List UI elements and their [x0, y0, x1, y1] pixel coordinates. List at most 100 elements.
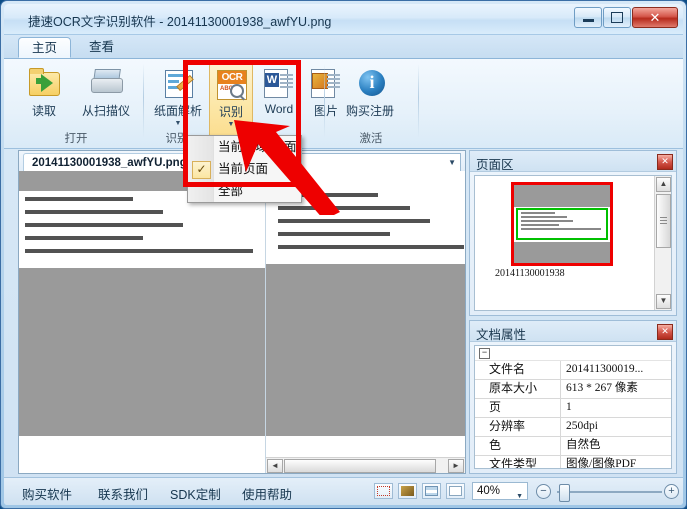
document-properties-panel: 文档属性 ✕ − 文件名 201411300019... 原本大小 613 * … — [469, 320, 677, 474]
document-selector-combo[interactable]: ▼ — [281, 153, 461, 172]
property-value: 613 * 267 像素 — [566, 382, 638, 394]
zoom-slider-track[interactable] — [557, 491, 662, 493]
ribbon-button-read[interactable]: 读取 — [15, 63, 73, 119]
property-key: 色 — [475, 437, 561, 455]
page-list-scrollbar[interactable]: ▲ ▼ — [654, 176, 671, 310]
ribbon-button-recognize-label: 识别 — [218, 105, 243, 119]
ribbon-button-recognize[interactable]: OCR ABC 识别 ▼ — [209, 63, 253, 141]
original-image-pane[interactable] — [19, 171, 266, 473]
property-value: 图像/图像PDF — [566, 458, 637, 469]
scroll-right-arrow[interactable]: ► — [448, 459, 464, 473]
property-key: 原本大小 — [475, 380, 561, 398]
zoom-in-button[interactable]: + — [664, 484, 679, 499]
ribbon-group-open: 读取 从扫描仪 打开 — [12, 59, 140, 148]
page-image-original — [19, 171, 265, 436]
ribbon-separator — [418, 64, 419, 138]
ribbon-button-buy-register-label: 购买注册 — [345, 104, 394, 118]
document-properties-title: 文档属性 — [476, 328, 527, 342]
ribbon-button-from-scanner-label: 从扫描仪 — [81, 104, 130, 118]
property-value: 250dpi — [566, 420, 598, 432]
chevron-down-icon[interactable]: ▼ — [228, 121, 235, 128]
property-key: 页 — [475, 399, 561, 417]
tab-view[interactable]: 查看 — [76, 37, 127, 58]
ribbon-separator — [324, 64, 325, 138]
status-link-buy[interactable]: 购买软件 — [22, 484, 72, 503]
view-button-page[interactable] — [446, 483, 465, 499]
status-bar: 购买软件 联系我们 SDK定制 使用帮助 40% ▼ − + — [4, 477, 683, 505]
page-boundary-box — [511, 182, 613, 266]
property-key: 文件名 — [475, 361, 561, 379]
page-analyze-icon — [161, 66, 195, 100]
table-row: 文件名 201411300019... — [475, 361, 671, 380]
menu-item-all[interactable]: 全部 — [188, 180, 301, 202]
document-properties-close-icon[interactable]: ✕ — [657, 324, 673, 340]
zoom-level-value: 40% — [477, 485, 501, 497]
horizontal-scrollbar[interactable]: ◄ ► — [266, 457, 465, 473]
page-thumbnail-caption: 20141130001938 — [495, 268, 565, 279]
window-title: 捷速OCR文字识别软件 - 20141130001938_awfYU.png — [28, 15, 332, 29]
close-button[interactable]: ✕ — [632, 7, 678, 28]
maximize-icon — [611, 12, 623, 23]
minimize-button[interactable] — [574, 7, 602, 28]
page-thumbnail-list[interactable]: 20141130001938 ▲ ▼ — [474, 175, 672, 311]
property-key: 分辨率 — [475, 418, 561, 436]
status-link-contact[interactable]: 联系我们 — [98, 484, 148, 503]
chevron-down-icon[interactable]: ▼ — [175, 120, 182, 127]
status-link-sdk[interactable]: SDK定制 — [170, 484, 221, 503]
ribbon-button-buy-register[interactable]: i 购买注册 — [333, 63, 407, 119]
tab-home[interactable]: 主页 — [18, 37, 72, 58]
page-area-panel-close-icon[interactable]: ✕ — [657, 154, 673, 170]
properties-expander-row[interactable]: − — [475, 346, 671, 361]
zoom-slider-thumb[interactable] — [559, 484, 570, 502]
info-icon: i — [353, 66, 387, 100]
work-area: 20141130001938_awfYU.png ▼ ◄ ► 页面区 ✕ 201… — [4, 146, 683, 478]
table-row: 文件类型 图像/图像PDF — [475, 456, 671, 469]
view-button-list[interactable] — [422, 483, 441, 499]
word-export-icon: W — [262, 66, 296, 100]
table-row: 原本大小 613 * 267 像素 — [475, 380, 671, 399]
scroll-thumb[interactable] — [284, 459, 436, 473]
menu-item-current-page[interactable]: ✓ 当前页面 — [188, 158, 301, 180]
application-window: 捷速OCR文字识别软件 - 20141130001938_awfYU.png ✕… — [0, 0, 687, 509]
document-properties-header: 文档属性 ✕ — [470, 321, 676, 342]
side-panel-column: 页面区 ✕ 20141130001938 ▲ ▼ 文档属性 ✕ − 文件名 20… — [469, 150, 677, 474]
status-link-help[interactable]: 使用帮助 — [242, 484, 292, 503]
scroll-down-arrow[interactable]: ▼ — [656, 294, 671, 309]
page-thumbnail[interactable] — [511, 182, 613, 266]
ribbon-button-word[interactable]: W Word — [255, 63, 303, 116]
menu-item-current-region-label: 当前区域/纸面 — [218, 140, 297, 154]
check-icon: ✓ — [192, 161, 211, 179]
ribbon-separator — [143, 64, 144, 138]
ribbon: 读取 从扫描仪 打开 纸面解析 ▼ OCR ABC 识别 ▼ W Word 图片… — [4, 59, 683, 149]
scroll-thumb[interactable] — [656, 194, 671, 248]
view-button-select-region[interactable] — [374, 483, 393, 499]
ribbon-tab-bar: 主页 查看 — [4, 35, 683, 59]
menu-item-all-label: 全部 — [218, 184, 244, 198]
title-bar: 捷速OCR文字识别软件 - 20141130001938_awfYU.png ✕ — [4, 4, 683, 35]
scanner-icon — [89, 66, 123, 100]
page-area-panel-header: 页面区 ✕ — [470, 151, 676, 172]
view-button-image[interactable] — [398, 483, 417, 499]
recognized-text-pane[interactable]: ◄ ► — [266, 171, 465, 473]
zoom-out-button[interactable]: − — [536, 484, 551, 499]
maximize-button[interactable] — [603, 7, 631, 28]
window-controls: ✕ — [574, 7, 678, 28]
property-key: 文件类型 — [475, 456, 561, 468]
ribbon-button-read-label: 读取 — [31, 104, 56, 118]
scroll-up-arrow[interactable]: ▲ — [656, 177, 671, 192]
document-tab[interactable]: 20141130001938_awfYU.png — [23, 153, 196, 172]
scroll-left-arrow[interactable]: ◄ — [267, 459, 283, 473]
table-row: 页 1 — [475, 399, 671, 418]
zoom-level-select[interactable]: 40% ▼ — [472, 482, 528, 500]
ribbon-group-activate: i 购买注册 激活 — [328, 59, 414, 148]
ribbon-button-from-scanner[interactable]: 从扫描仪 — [74, 63, 138, 119]
ribbon-button-page-analyze-label: 纸面解析 — [153, 104, 202, 118]
ribbon-button-page-analyze[interactable]: 纸面解析 ▼ — [147, 63, 209, 127]
chevron-down-icon: ▼ — [448, 158, 456, 167]
minimize-icon — [582, 19, 594, 22]
ocr-icon: OCR ABC — [214, 67, 248, 101]
menu-item-current-region[interactable]: 当前区域/纸面 — [188, 136, 301, 158]
collapse-icon[interactable]: − — [479, 348, 490, 359]
page-area-panel-title: 页面区 — [476, 158, 514, 172]
document-split-panes: ◄ ► — [19, 171, 465, 473]
